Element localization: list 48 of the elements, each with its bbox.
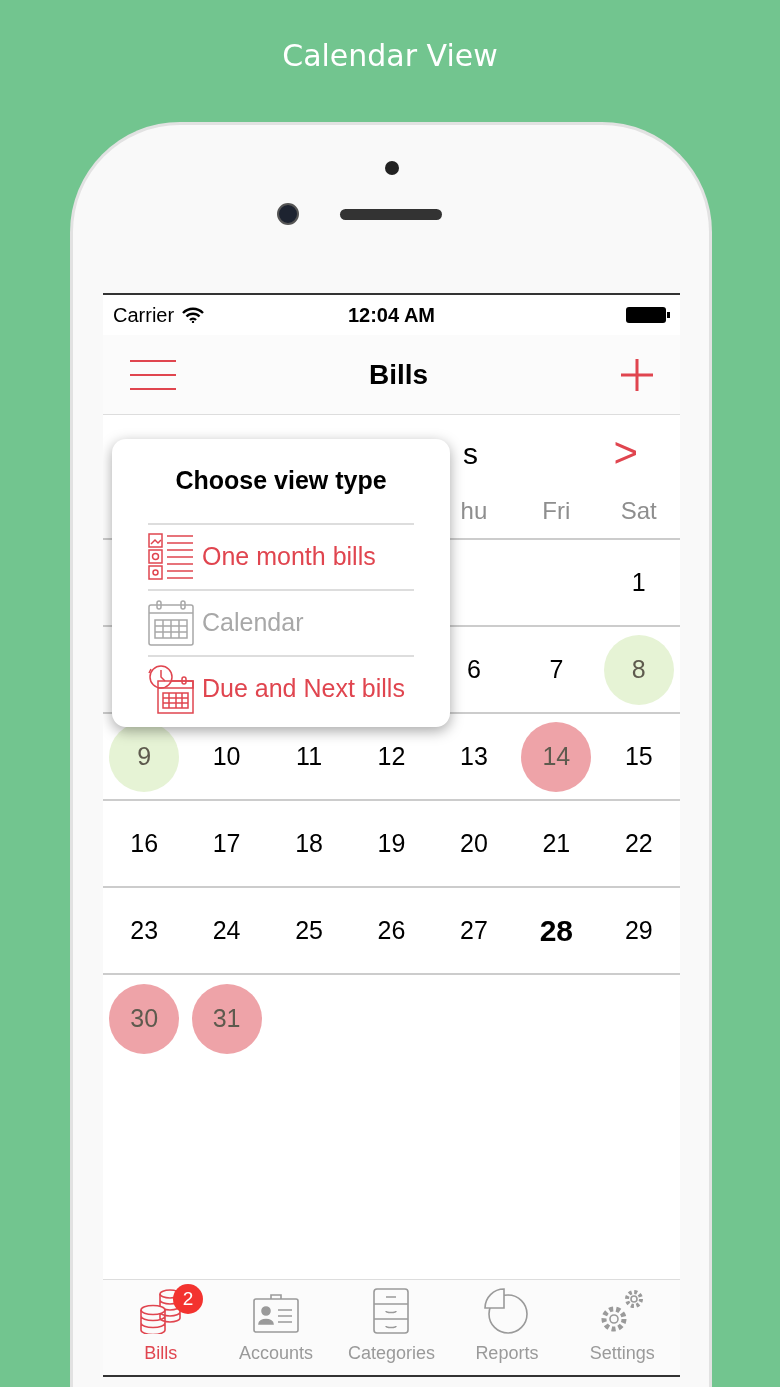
- popup-title: Choose view type: [174, 465, 388, 497]
- caption: Calendar View: [282, 36, 498, 75]
- clock-calendar-icon: [148, 664, 194, 714]
- calendar-day[interactable]: 7: [521, 634, 592, 705]
- list-view-icon: [148, 533, 194, 581]
- calendar-day[interactable]: 20: [438, 808, 509, 879]
- calendar-day[interactable]: 24: [191, 895, 262, 966]
- coins-icon: [137, 1288, 184, 1334]
- calendar-day[interactable]: 26: [356, 895, 427, 966]
- battery-icon: [626, 306, 670, 324]
- calendar-day[interactable]: 1: [603, 547, 674, 618]
- weekday-label: Sat: [620, 496, 657, 526]
- weekday-label: Fri: [542, 496, 571, 526]
- calendar-day[interactable]: 16: [109, 808, 180, 879]
- calendar-day[interactable]: 29: [603, 895, 674, 966]
- view-type-option[interactable]: Due and Next bills: [148, 655, 414, 721]
- marked-day[interactable]: 8: [603, 634, 674, 705]
- calendar-day[interactable]: 27: [438, 895, 509, 966]
- calendar-day[interactable]: 25: [274, 895, 345, 966]
- carrier-label: Carrier: [113, 303, 175, 328]
- speaker-icon: [340, 209, 442, 220]
- view-type-option[interactable]: One month bills: [148, 523, 414, 589]
- month-title: s: [463, 435, 478, 472]
- screen-title: Bills: [368, 357, 429, 392]
- add-icon[interactable]: [620, 357, 654, 392]
- next-month-button[interactable]: >: [613, 432, 638, 474]
- pie-chart-icon: [483, 1288, 530, 1334]
- calendar-day[interactable]: 28: [521, 895, 592, 966]
- camera-icon: [277, 203, 299, 225]
- calendar-day[interactable]: 23: [109, 895, 180, 966]
- menu-icon[interactable]: [129, 358, 177, 391]
- cabinet-icon: [373, 1288, 410, 1334]
- calendar-day[interactable]: 22: [603, 808, 674, 879]
- count-badge: 2: [173, 1284, 203, 1314]
- tab-bar-item[interactable]: Bills 2: [103, 1280, 219, 1375]
- settings-icon: [599, 1288, 646, 1334]
- calendar-day[interactable]: 13: [438, 721, 509, 792]
- weekday-label: hu: [460, 496, 488, 526]
- wifi-icon: [182, 307, 205, 323]
- sensor-icon: [385, 161, 399, 175]
- calendar-day[interactable]: 17: [191, 808, 262, 879]
- calendar-day[interactable]: 18: [274, 808, 345, 879]
- clock-time: 12:04 AM: [347, 303, 436, 328]
- calendar-icon: [148, 600, 194, 646]
- calendar-day[interactable]: 21: [521, 808, 592, 879]
- calendar-day[interactable]: 15: [603, 721, 674, 792]
- calendar-day[interactable]: 19: [356, 808, 427, 879]
- id-card-icon: [253, 1294, 300, 1334]
